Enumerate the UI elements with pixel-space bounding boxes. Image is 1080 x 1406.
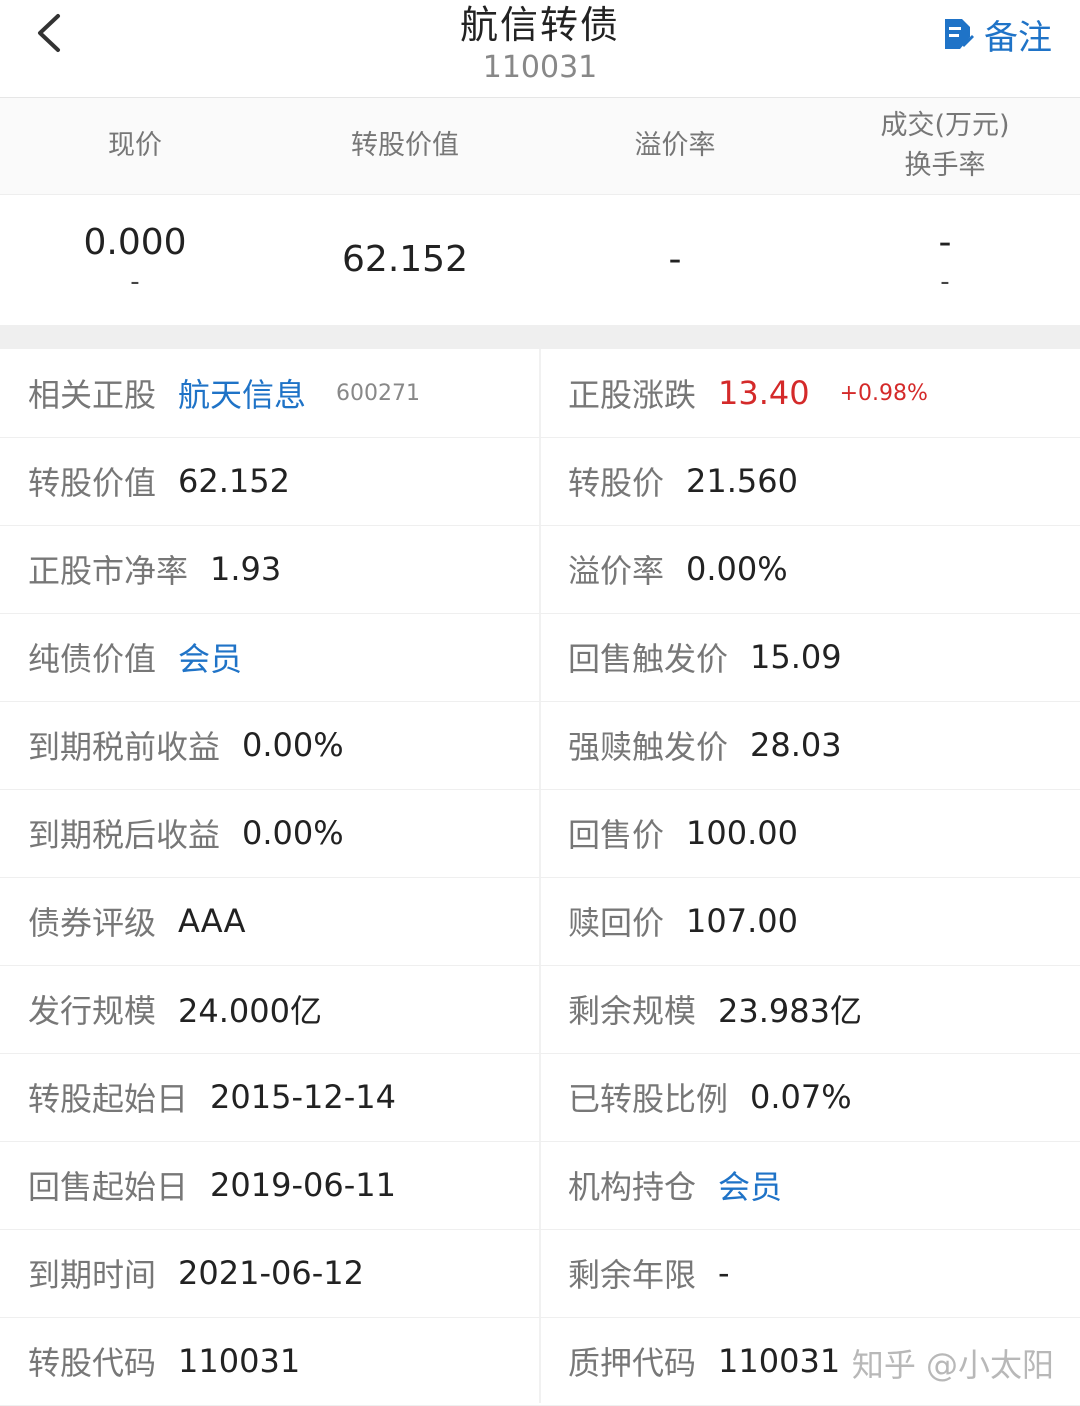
converted-ratio-label: 已转股比例 <box>568 1080 729 1118</box>
pb-ratio-value: 1.93 <box>210 550 282 588</box>
putback-start-label: 回售起始日 <box>28 1168 189 1206</box>
maturity-date-value: 2021-06-12 <box>178 1254 364 1292</box>
premium-value: - <box>668 239 682 280</box>
header-conv-value: 转股价值 <box>351 130 459 161</box>
detail-row: 债券评级 AAA 赎回价 107.00 <box>0 877 1080 966</box>
premium-rate-value: 0.00% <box>686 550 788 588</box>
bond-rating-label: 债券评级 <box>28 904 157 942</box>
detail-row: 纯债价值 会员 回售触发价 15.09 <box>0 613 1080 702</box>
bond-value-member-link[interactable]: 会员 <box>178 634 242 680</box>
detail-row: 转股价值 62.152 转股价 21.560 <box>0 437 1080 526</box>
pb-ratio-label: 正股市净率 <box>28 552 189 590</box>
putback-start-value: 2019-06-11 <box>210 1166 396 1204</box>
putback-trigger-label: 回售触发价 <box>568 640 729 678</box>
detail-row: 到期税后收益 0.00% 回售价 100.00 <box>0 789 1080 878</box>
detail-row: 到期税前收益 0.00% 强赎触发价 28.03 <box>0 701 1080 790</box>
conv-code-value: 110031 <box>178 1342 301 1380</box>
price-value: 0.000 <box>83 222 187 263</box>
pledge-code-label: 质押代码 <box>568 1344 697 1382</box>
stock-price: 13.40 <box>718 374 810 412</box>
detail-row: 正股市净率 1.93 溢价率 0.00% <box>0 525 1080 614</box>
price-change: - <box>130 267 140 297</box>
converted-ratio-value: 0.07% <box>750 1078 852 1116</box>
detail-row: 转股起始日 2015-12-14 已转股比例 0.07% <box>0 1053 1080 1142</box>
aftertax-yield-label: 到期税后收益 <box>28 816 221 854</box>
redeem-price-value: 107.00 <box>686 902 798 940</box>
conv-value: 62.152 <box>342 239 468 280</box>
bond-value-label: 纯债价值 <box>28 640 157 678</box>
maturity-date-label: 到期时间 <box>28 1256 157 1294</box>
header-premium: 溢价率 <box>634 130 716 161</box>
detail-row: 相关正股 航天信息 600271 正股涨跌 13.40 +0.98% <box>0 349 1080 438</box>
pledge-code-value: 110031 <box>718 1342 841 1380</box>
summary-header: 现价 转股价值 溢价率 成交(万元) 换手率 <box>0 98 1080 195</box>
pretax-yield-value: 0.00% <box>242 726 344 764</box>
redeem-trigger-label: 强赎触发价 <box>568 728 729 766</box>
conv-price-value: 21.560 <box>686 462 798 500</box>
stock-change-pct: +0.98% <box>839 380 928 406</box>
conv-price-label: 转股价 <box>568 464 665 502</box>
underlying-stock-label: 相关正股 <box>28 376 157 414</box>
details-grid: 相关正股 航天信息 600271 正股涨跌 13.40 +0.98% 转股价值 … <box>0 349 1080 1406</box>
header-volume: 成交(万元) <box>880 110 1010 141</box>
note-label: 备注 <box>984 18 1052 58</box>
putback-price-value: 100.00 <box>686 814 798 852</box>
pretax-yield-label: 到期税前收益 <box>28 728 221 766</box>
header-price: 现价 <box>108 130 162 161</box>
detail-row: 发行规模 24.000亿 剩余规模 23.983亿 <box>0 965 1080 1054</box>
header-turnover: 换手率 <box>904 150 986 181</box>
section-gap <box>0 325 1080 349</box>
summary-values: 0.000 - 62.152 - - - <box>0 195 1080 325</box>
volume-value: - <box>938 222 952 263</box>
bond-code: 110031 <box>482 50 598 85</box>
conv-value-detail: 62.152 <box>178 462 290 500</box>
putback-trigger-value: 15.09 <box>750 638 842 676</box>
note-button[interactable]: 备注 <box>942 10 1052 59</box>
remaining-size-value: 23.983亿 <box>718 992 862 1030</box>
detail-row: 回售起始日 2019-06-11 机构持仓 会员 <box>0 1141 1080 1230</box>
conv-code-label: 转股代码 <box>28 1344 157 1382</box>
underlying-stock-code: 600271 <box>336 380 421 406</box>
remaining-size-label: 剩余规模 <box>568 992 697 1030</box>
redeem-price-label: 赎回价 <box>568 904 665 942</box>
issue-size-value: 24.000亿 <box>178 992 322 1030</box>
remaining-years-value: - <box>718 1254 730 1292</box>
watermark: 知乎 @小太阳 <box>851 1346 1054 1384</box>
institution-holding-label: 机构持仓 <box>568 1168 697 1206</box>
conv-value-label: 转股价值 <box>28 464 157 502</box>
page-title: 航信转债 <box>459 3 620 47</box>
institution-holding-member-link[interactable]: 会员 <box>718 1162 782 1208</box>
remaining-years-label: 剩余年限 <box>568 1256 697 1294</box>
detail-row: 到期时间 2021-06-12 剩余年限 - <box>0 1229 1080 1318</box>
conv-start-value: 2015-12-14 <box>210 1078 396 1116</box>
issue-size-label: 发行规模 <box>28 992 157 1030</box>
top-bar: 航信转债 110031 备注 <box>0 0 1080 98</box>
note-edit-icon <box>945 18 974 49</box>
underlying-stock-link[interactable]: 航天信息 <box>178 370 306 416</box>
conv-start-label: 转股起始日 <box>28 1080 189 1118</box>
aftertax-yield-value: 0.00% <box>242 814 344 852</box>
premium-rate-label: 溢价率 <box>568 552 665 590</box>
turnover-value: - <box>940 267 950 297</box>
bond-rating-value: AAA <box>178 902 246 940</box>
putback-price-label: 回售价 <box>568 816 665 854</box>
redeem-trigger-value: 28.03 <box>750 726 842 764</box>
stock-change-label: 正股涨跌 <box>568 376 697 414</box>
